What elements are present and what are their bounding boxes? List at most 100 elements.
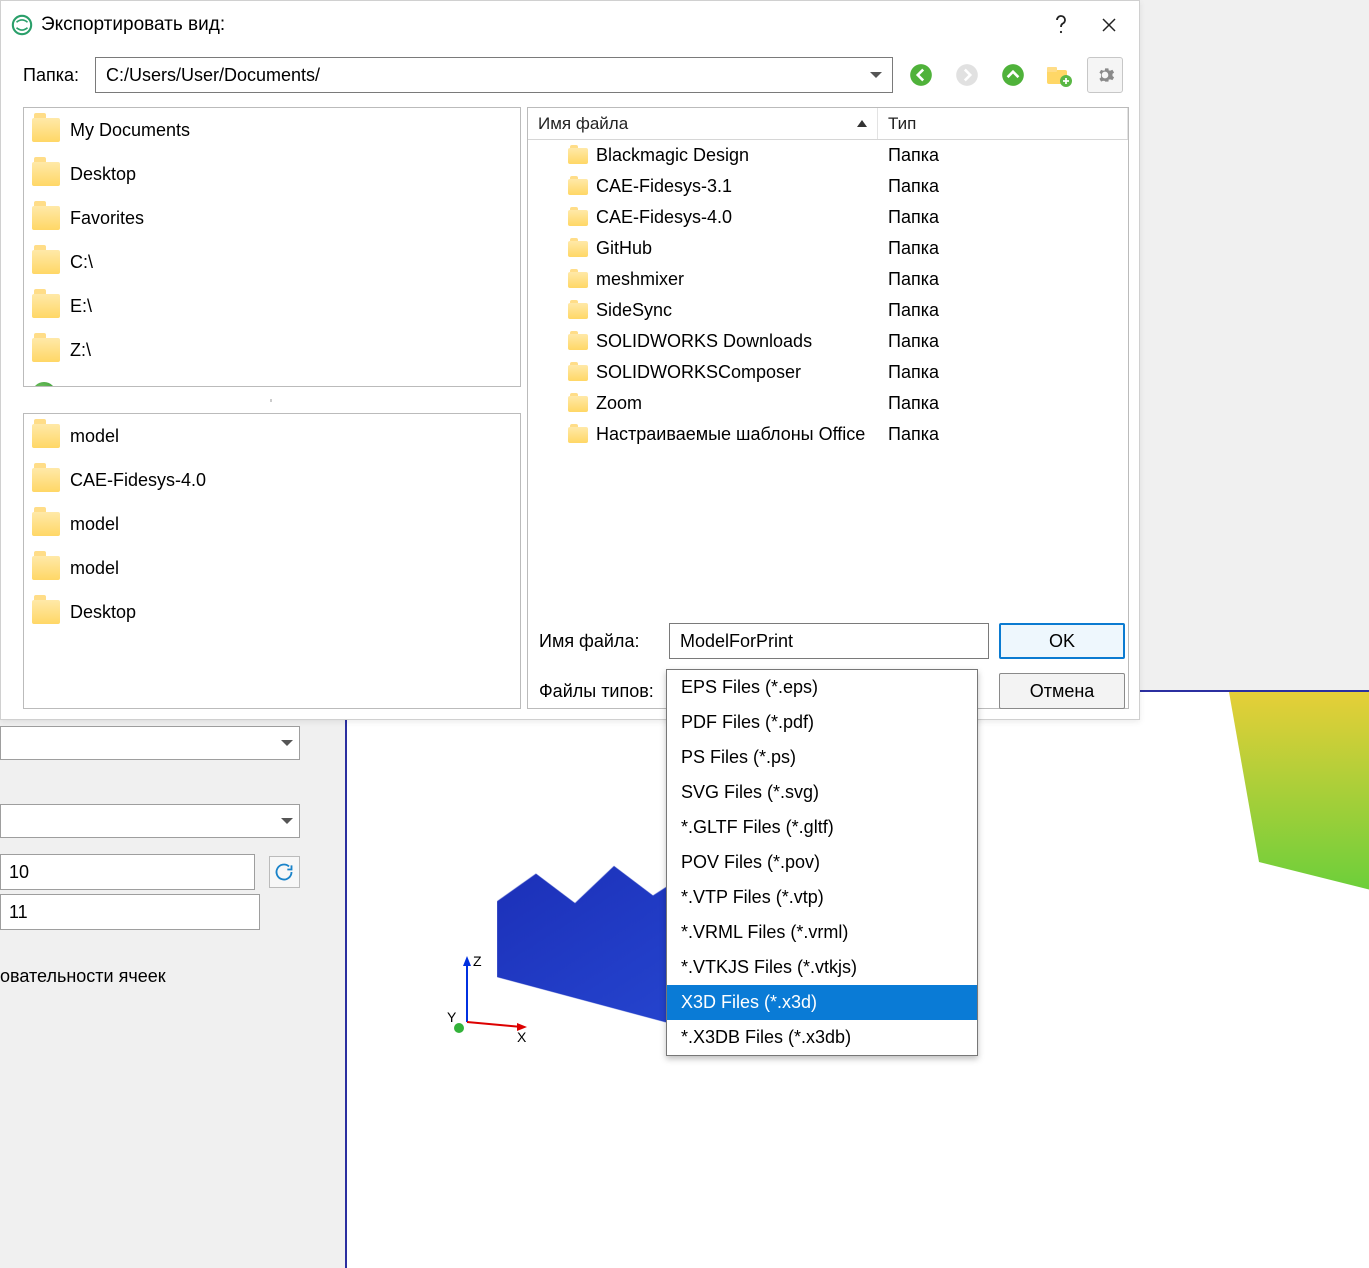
places-item-label: Desktop <box>70 164 136 185</box>
file-list-header: Имя файла Тип <box>528 108 1128 140</box>
file-name: CAE-Fidesys-3.1 <box>596 176 732 197</box>
file-row[interactable]: ZoomПапка <box>528 388 1128 419</box>
places-item[interactable]: My Documents <box>24 108 520 152</box>
places-item[interactable]: E:\ <box>24 284 520 328</box>
nav-forward-button[interactable] <box>949 57 985 93</box>
bg-truncated-label: овательности ячеек <box>0 966 300 987</box>
column-header-type[interactable]: Тип <box>878 108 1128 139</box>
places-item[interactable]: Favorites <box>24 196 520 240</box>
cancel-button[interactable]: Отмена <box>999 673 1125 709</box>
file-row[interactable]: SOLIDWORKSComposerПапка <box>528 357 1128 388</box>
file-type: Папка <box>878 176 1128 197</box>
file-type: Папка <box>878 300 1128 321</box>
file-row[interactable]: CAE-Fidesys-3.1 Папка <box>528 171 1128 202</box>
settings-button[interactable] <box>1087 57 1123 93</box>
sort-asc-icon <box>857 120 867 127</box>
folder-icon <box>568 179 588 195</box>
folder-icon <box>568 210 588 226</box>
recent-item[interactable]: model <box>24 502 520 546</box>
filetype-option[interactable]: EPS Files (*.eps) <box>667 670 977 705</box>
folder-icon <box>568 241 588 257</box>
file-type: Папка <box>878 207 1128 228</box>
places-item[interactable]: Z:\ <box>24 328 520 372</box>
help-button[interactable] <box>1037 6 1085 44</box>
folder-icon <box>568 365 588 381</box>
refresh-icon[interactable] <box>269 856 300 888</box>
file-row[interactable]: Blackmagic Design Папка <box>528 140 1128 171</box>
file-row[interactable]: meshmixer Папка <box>528 264 1128 295</box>
folder-path-input[interactable]: C:/Users/User/Documents/ <box>95 57 893 93</box>
places-item[interactable]: Windows Network <box>24 372 520 387</box>
folder-icon <box>32 338 60 362</box>
bg-spin-1[interactable] <box>0 854 255 890</box>
filetype-option[interactable]: SVG Files (*.svg) <box>667 775 977 810</box>
ok-button-label: OK <box>1049 631 1075 652</box>
file-name: Blackmagic Design <box>596 145 749 166</box>
close-button[interactable] <box>1085 6 1133 44</box>
filetype-option[interactable]: *.X3DB Files (*.x3db) <box>667 1020 977 1055</box>
folder-icon <box>32 468 60 492</box>
nav-up-button[interactable] <box>995 57 1031 93</box>
file-name: Настраиваемые шаблоны Office <box>596 424 865 445</box>
file-row[interactable]: SideSyncПапка <box>528 295 1128 326</box>
places-pane[interactable]: My Documents Desktop Favorites C:\ E:\Z:\Win… <box>23 107 521 387</box>
bg-combobox-2[interactable] <box>0 804 300 838</box>
file-row[interactable]: CAE-Fidesys-4.0Папка <box>528 202 1128 233</box>
folder-icon <box>32 118 60 142</box>
filename-input[interactable]: ModelForPrint <box>669 623 989 659</box>
recent-item-label: model <box>70 514 119 535</box>
file-name: SOLIDWORKS Downloads <box>596 331 812 352</box>
file-list[interactable]: Имя файла Тип Blackmagic DesignПапкаCAE-… <box>527 107 1129 709</box>
filetype-option[interactable]: PS Files (*.ps) <box>667 740 977 775</box>
filetype-option[interactable]: *.VRML Files (*.vrml) <box>667 915 977 950</box>
recent-item-label: model <box>70 558 119 579</box>
recent-item[interactable]: CAE-Fidesys-4.0 <box>24 458 520 502</box>
places-item[interactable]: C:\ <box>24 240 520 284</box>
places-item[interactable]: Desktop <box>24 152 520 196</box>
file-row[interactable]: SOLIDWORKS DownloadsПапка <box>528 326 1128 357</box>
filetype-option[interactable]: POV Files (*.pov) <box>667 845 977 880</box>
places-item-label: C:\ <box>70 252 93 273</box>
model-mesh-2 <box>1229 692 1369 892</box>
filetype-option[interactable]: *.VTP Files (*.vtp) <box>667 880 977 915</box>
file-type: Папка <box>878 145 1128 166</box>
file-type: Папка <box>878 238 1128 259</box>
folder-icon <box>568 427 588 443</box>
window-title: Экспортировать вид: <box>41 14 1037 36</box>
filetype-option[interactable]: *.GLTF Files (*.gltf) <box>667 810 977 845</box>
filetype-dropdown[interactable]: EPS Files (*.eps)PDF Files (*.pdf)PS Fil… <box>666 669 978 1056</box>
folder-icon <box>568 148 588 164</box>
chevron-down-icon <box>870 72 882 78</box>
export-dialog: Экспортировать вид: Папка: C:/Users/User… <box>0 0 1140 720</box>
filename-label: Имя файла: <box>539 631 659 652</box>
folder-icon <box>32 424 60 448</box>
filetype-option[interactable]: PDF Files (*.pdf) <box>667 705 977 740</box>
recent-item[interactable]: model <box>24 414 520 458</box>
column-header-name[interactable]: Имя файла <box>528 108 878 139</box>
folder-icon <box>568 303 588 319</box>
file-type: Папка <box>878 269 1128 290</box>
bg-combobox-1[interactable] <box>0 726 300 760</box>
file-name: Zoom <box>596 393 642 414</box>
filetype-option[interactable]: *.VTKJS Files (*.vtkjs) <box>667 950 977 985</box>
nav-back-button[interactable] <box>903 57 939 93</box>
folder-icon <box>32 512 60 536</box>
network-icon <box>32 382 56 387</box>
app-icon <box>11 14 33 36</box>
recent-pane[interactable]: modelCAE-Fidesys-4.0modelmodelDesktop <box>23 413 521 709</box>
bg-spin-2[interactable] <box>0 894 260 930</box>
folder-icon <box>568 272 588 288</box>
recent-item[interactable]: model <box>24 546 520 590</box>
new-folder-button[interactable] <box>1041 57 1077 93</box>
folder-icon <box>32 600 60 624</box>
splitter-handle[interactable] <box>242 395 302 405</box>
ok-button[interactable]: OK <box>999 623 1125 659</box>
file-name: meshmixer <box>596 269 684 290</box>
folder-icon <box>568 334 588 350</box>
file-row[interactable]: GitHubПапка <box>528 233 1128 264</box>
recent-item[interactable]: Desktop <box>24 590 520 634</box>
folder-label: Папка: <box>23 65 85 86</box>
file-row[interactable]: Настраиваемые шаблоны OfficeПапка <box>528 419 1128 450</box>
folder-icon <box>568 396 588 412</box>
filetype-option[interactable]: X3D Files (*.x3d) <box>667 985 977 1020</box>
